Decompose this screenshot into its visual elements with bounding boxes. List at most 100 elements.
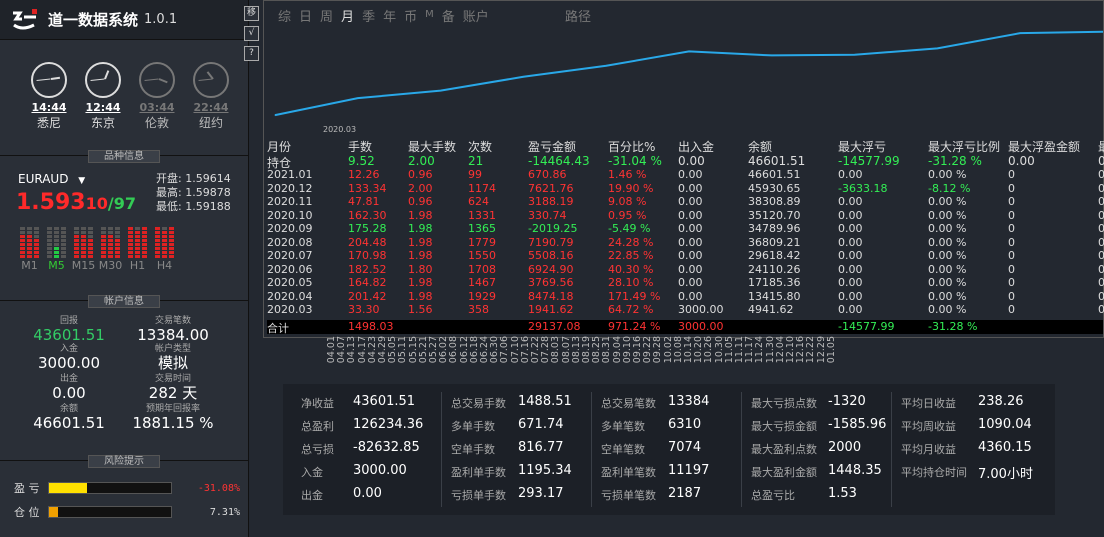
- table-row-total[interactable]: 合计 1498.03 29137.08 971.24 % 3000.00 -14577.9…: [267, 319, 1103, 335]
- pos-risk-row: 仓 位 7.31%: [14, 500, 240, 524]
- table-cell: 1.98: [408, 235, 433, 249]
- table-cell: 0: [1098, 222, 1104, 235]
- table-cell: 5508.16: [528, 249, 574, 262]
- table-row[interactable]: 2020.05 164.82 1.98 1467 3769.56 28.10 % 0.00 1…: [267, 276, 1104, 290]
- clock-icon: [85, 62, 121, 98]
- table-row[interactable]: 2020.09 175.28 1.98 1365 -2019.25 -5.49 % 0.00…: [267, 222, 1104, 236]
- table-cell: -8.12 %: [928, 181, 971, 195]
- clock-0: 14:44 悉尼: [22, 62, 76, 131]
- stat-label: 总交易手数: [451, 397, 506, 410]
- stat-label: 总盈亏比: [751, 489, 795, 502]
- table-cell: 0: [1008, 303, 1015, 316]
- tool-buttons: 移 √ ?: [244, 6, 261, 66]
- days-value: 282 天: [148, 384, 198, 402]
- table-cell: 0.00: [678, 289, 703, 303]
- table-cell: 670.86: [528, 168, 567, 181]
- equity-point-2020.11: [936, 47, 938, 49]
- table-cell: 22.85 %: [608, 249, 654, 262]
- timeframe-strength-bars: M1 M5 M15 M30 H1 H4: [16, 222, 178, 272]
- table-cell: 0.00 %: [928, 249, 967, 262]
- table-row[interactable]: 2020.08 204.48 1.98 1779 7190.79 24.28 % 0.00 3…: [267, 235, 1104, 250]
- table-cell: 0: [1098, 208, 1104, 222]
- table-cell: 1708: [468, 262, 496, 276]
- x-axis-date: 07.06: [499, 336, 511, 364]
- x-axis-date: 01.05: [825, 336, 837, 364]
- table-row[interactable]: 2020.04 201.42 1.98 1929 8474.18 171.49 % 0.00…: [267, 289, 1104, 304]
- stat-value: 816.77: [518, 440, 564, 455]
- table-cell: 0.00 %: [928, 262, 967, 276]
- table-cell: 40.30 %: [608, 262, 654, 276]
- table-cell: 2020.04: [267, 289, 313, 303]
- table-cell: 手数: [348, 140, 373, 154]
- table-cell: 164.82: [348, 276, 387, 289]
- table-cell: 1.98: [408, 222, 433, 235]
- help-button[interactable]: ?: [244, 46, 259, 61]
- table-cell: 0.00: [838, 262, 863, 276]
- table-cell: 971.24 %: [608, 319, 661, 333]
- table-row[interactable]: 2020.06 182.52 1.80 1708 6924.90 40.30 % 0.00 2…: [267, 262, 1104, 277]
- stat-label: 净收益: [301, 397, 334, 410]
- clock-time: 03:44: [139, 101, 175, 114]
- check-button[interactable]: √: [244, 26, 259, 41]
- stat-value: 1448.35: [828, 463, 882, 478]
- table-cell: 0.00: [838, 249, 863, 262]
- table-row[interactable]: 2021.01 12.26 0.96 99 670.86 1.46 % 0.00 46601.…: [267, 168, 1104, 182]
- timeframe-M15[interactable]: M15: [70, 222, 97, 272]
- move-button[interactable]: 移: [244, 6, 259, 21]
- table-row[interactable]: 2020.11 47.81 0.96 624 3188.19 9.08 % 0.00 3830…: [267, 195, 1104, 209]
- account-type: 帐户类型 模拟: [118, 344, 228, 372]
- table-row[interactable]: 2020.03 33.30 1.56 358 1941.62 64.72 % 3000.00…: [267, 303, 1104, 317]
- table-cell: 330.74: [528, 208, 567, 222]
- stat-label: 盈利单手数: [451, 466, 506, 479]
- table-cell: 9.52: [348, 154, 375, 168]
- clock-icon: [193, 62, 229, 98]
- table-cell: 0: [1008, 168, 1015, 181]
- timeframe-M1[interactable]: M1: [16, 222, 43, 272]
- table-cell: -14577.99: [838, 154, 900, 168]
- table-cell: 0: [1098, 235, 1104, 249]
- clock-1: 12:44 东京: [76, 62, 130, 131]
- table-cell: 38308.89: [748, 195, 801, 208]
- stat-label: 亏损单笔数: [601, 489, 656, 502]
- stat-value: 3000.00: [353, 463, 407, 478]
- table-header[interactable]: 月份 手数 最大手数次数 盈亏金额 百分比% 出入金 余额 最大浮亏 最大浮亏比例最大浮盈金额 最: [267, 138, 1104, 154]
- table-cell: 29137.08: [528, 319, 581, 333]
- x-axis-date: 06.12: [458, 336, 470, 364]
- table-cell: 0.00: [838, 222, 863, 235]
- table-cell: 2021.01: [267, 168, 313, 181]
- strength-bar: [16, 222, 43, 258]
- table-cell: 171.49 %: [608, 289, 661, 303]
- balance-label: 余额: [59, 404, 78, 414]
- table-cell: 3769.56: [528, 276, 574, 289]
- timeframe-H1[interactable]: H1: [124, 222, 151, 272]
- clock-3: 22:44 纽约: [184, 62, 238, 131]
- table-row-hold[interactable]: 持仓 9.52 2.00 21 -14464.43 -31.04 % 0.00 46601.5…: [267, 154, 1104, 170]
- table-cell: 64.72 %: [608, 303, 654, 316]
- clock-icon: [139, 62, 175, 98]
- table-row[interactable]: 2020.10 162.30 1.98 1331 330.74 0.95 % 0.00 351…: [267, 208, 1104, 223]
- table-cell: 0.00: [838, 289, 863, 303]
- low-value: 1.59188: [185, 200, 231, 213]
- symbol-selector[interactable]: EURAUD ▼: [18, 172, 85, 186]
- table-cell: 0.00 %: [928, 235, 967, 249]
- chart-x-label: 2020.03: [323, 125, 357, 134]
- timeframe-M30[interactable]: M30: [97, 222, 124, 272]
- timeframe-H4[interactable]: H4: [151, 222, 178, 272]
- table-cell: 99: [468, 168, 482, 181]
- world-clocks: 14:44 悉尼 12:44 东京 03:44 伦敦 22:44 纽约: [22, 62, 238, 131]
- equity-chart: [274, 30, 1103, 117]
- table-row[interactable]: 2020.12 133.34 2.00 1174 7621.76 19.90 % 0.00 4…: [267, 181, 1104, 196]
- pl-risk-row: 盈 亏 -31.08%: [14, 476, 240, 500]
- timeframe-M5[interactable]: M5: [43, 222, 70, 272]
- dropdown-arrow-icon[interactable]: ▼: [78, 176, 85, 186]
- stat-label: 最大盈利金额: [751, 466, 817, 479]
- table-cell: 13415.80: [748, 289, 801, 303]
- x-axis-date: 04.13: [346, 336, 358, 364]
- table-cell: 170.98: [348, 249, 387, 262]
- table-cell: 余额: [748, 140, 773, 154]
- table-cell: 0.00: [838, 195, 863, 208]
- annual-value: 1881.15 %: [132, 414, 214, 432]
- table-row[interactable]: 2020.07 170.98 1.98 1550 5508.16 22.85 % 0.00 2…: [267, 249, 1104, 263]
- table-cell: 0.96: [408, 168, 433, 181]
- table-cell: 出入金: [678, 140, 715, 154]
